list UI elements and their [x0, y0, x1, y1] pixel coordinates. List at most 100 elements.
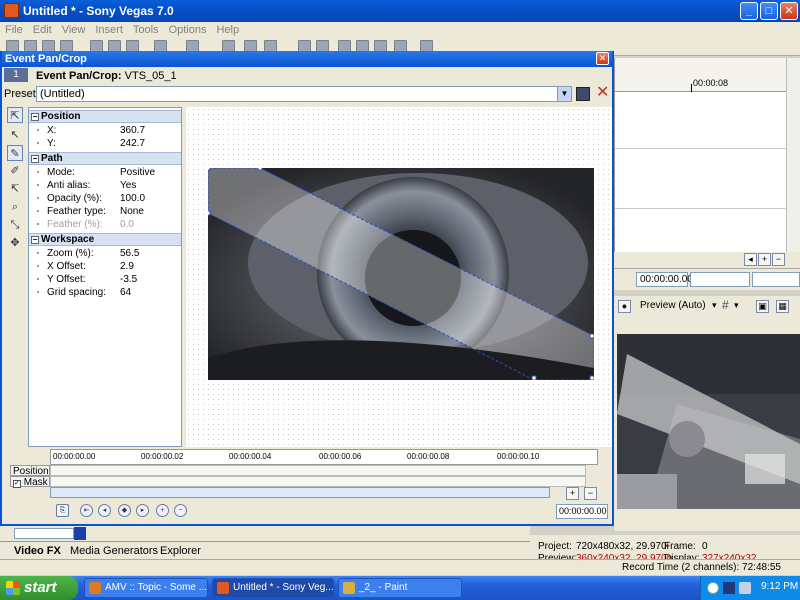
- timeline-vertical-scrollbar[interactable]: [786, 58, 800, 266]
- property-row[interactable]: Anti alias: Yes: [29, 179, 181, 192]
- dialog-header: 1 Event Pan/Crop: VTS_05_1: [2, 67, 612, 85]
- next-keyframe-icon[interactable]: ▸: [136, 504, 149, 517]
- taskbar: start AMV :: Topic - Some ... Untitled *…: [0, 576, 800, 600]
- preview-settings-icon[interactable]: ●: [618, 300, 631, 313]
- scroll-left-button[interactable]: ◂: [744, 253, 757, 266]
- menu-insert[interactable]: Insert: [90, 22, 128, 36]
- selection-end-display: [752, 272, 800, 287]
- main-title-bar: Untitled * - Sony Vegas 7.0 _ □ ✕: [0, 0, 800, 22]
- dialog-close-button[interactable]: ✕: [596, 52, 609, 65]
- windows-logo-icon: [6, 581, 20, 595]
- property-row: Feather (%): 0.0: [29, 218, 181, 231]
- network-icon[interactable]: [707, 582, 719, 594]
- dialog-title: Event Pan/Crop: [5, 53, 87, 65]
- mask-keyframe-track[interactable]: [50, 476, 586, 487]
- overlays-icon[interactable]: #: [722, 298, 729, 312]
- property-row[interactable]: X: 360.7: [29, 124, 181, 137]
- zoom-out-button[interactable]: −: [772, 253, 785, 266]
- menu-file[interactable]: File: [0, 22, 28, 36]
- preview-quality-dropdown[interactable]: Preview (Auto): [640, 300, 706, 311]
- property-row[interactable]: Y: 242.7: [29, 137, 181, 150]
- save-preset-icon[interactable]: [576, 87, 590, 101]
- property-row[interactable]: Zoom (%): 56.5: [29, 247, 181, 260]
- task-button-paint[interactable]: _2_ - Paint: [338, 578, 462, 598]
- keyframe-ruler[interactable]: 00:00:00.00 00:00:00.02 00:00:00.04 00:0…: [50, 449, 598, 465]
- track-label-position[interactable]: Position: [10, 465, 50, 477]
- zoom-icon[interactable]: ⌕: [7, 199, 23, 215]
- delete-keyframe-icon[interactable]: −: [174, 504, 187, 517]
- section-path[interactable]: − Path: [29, 152, 181, 165]
- timeline-zoom-in-button[interactable]: +: [566, 487, 579, 500]
- timeline-zoom-out-button[interactable]: −: [584, 487, 597, 500]
- selection-length-display: [690, 272, 750, 287]
- keyframe-icon[interactable]: ◆: [118, 504, 131, 517]
- copy-snapshot-icon[interactable]: ▣: [756, 300, 769, 313]
- clock[interactable]: 9:12 PM: [761, 581, 798, 592]
- chevron-down-icon[interactable]: ▼: [557, 87, 571, 101]
- intel-icon[interactable]: [723, 582, 735, 594]
- normal-edit-icon[interactable]: ⇱: [7, 107, 23, 123]
- split-tangent-icon[interactable]: ⤡: [7, 217, 23, 233]
- tab-explorer[interactable]: Explorer: [160, 545, 201, 557]
- sync-cursor-icon[interactable]: ⎘: [56, 504, 69, 517]
- preset-label: Preset:: [4, 88, 39, 100]
- pointer-icon[interactable]: ↖: [7, 127, 23, 143]
- timeline-nav-controls: ◂ + −: [614, 252, 800, 268]
- paint-icon: [343, 582, 355, 594]
- zoom-in-button[interactable]: +: [758, 253, 771, 266]
- mask-path[interactable]: [208, 168, 594, 380]
- anchor-creation-icon[interactable]: ✎: [7, 145, 23, 161]
- property-row[interactable]: X Offset: 2.9: [29, 260, 181, 273]
- property-row[interactable]: Feather type: None: [29, 205, 181, 218]
- timeline-ruler: 00:00:08: [615, 58, 787, 92]
- start-button[interactable]: start: [0, 576, 78, 600]
- property-row[interactable]: Grid spacing: 64: [29, 286, 181, 299]
- tab-video-fx[interactable]: Video FX: [14, 545, 61, 557]
- track-label-mask[interactable]: ✓ Mask: [10, 476, 50, 488]
- tick-label: 00:00:00.00: [53, 452, 96, 461]
- anchor-add-icon[interactable]: ✐: [7, 163, 23, 179]
- move-icon[interactable]: ✥: [7, 235, 23, 251]
- overlays-dropdown-icon[interactable]: ▾: [734, 300, 739, 311]
- tab-media-generators[interactable]: Media Generators: [70, 545, 158, 557]
- menu-tools[interactable]: Tools: [128, 22, 164, 36]
- ruler-time: 00:00:08: [693, 78, 729, 88]
- volume-icon[interactable]: [739, 582, 751, 594]
- anchor-deletion-icon[interactable]: ↸: [7, 181, 23, 197]
- dialog-title-bar[interactable]: Event Pan/Crop ✕: [2, 51, 612, 67]
- property-row[interactable]: Y Offset: -3.5: [29, 273, 181, 286]
- media-scroll-area: [0, 526, 530, 541]
- close-button[interactable]: ✕: [780, 2, 798, 20]
- delete-preset-icon[interactable]: ✕: [596, 85, 609, 101]
- preview-frame: [617, 334, 800, 509]
- menu-options[interactable]: Options: [164, 22, 212, 36]
- property-row[interactable]: Mode: Positive: [29, 166, 181, 179]
- preview-toolbar: ● Preview (Auto) ▾ # ▾ ▣ ▦: [614, 296, 800, 316]
- menu-view[interactable]: View: [57, 22, 91, 36]
- property-row[interactable]: Opacity (%): 100.0: [29, 192, 181, 205]
- menu-help[interactable]: Help: [211, 22, 244, 36]
- first-keyframe-icon[interactable]: ⇤: [80, 504, 93, 517]
- previous-keyframe-icon[interactable]: ◂: [98, 504, 111, 517]
- timeline-scrollbar[interactable]: [50, 487, 550, 498]
- preset-value: (Untitled): [40, 88, 85, 100]
- section-workspace[interactable]: − Workspace: [29, 233, 181, 246]
- system-tray: 9:12 PM: [700, 576, 800, 600]
- minimize-button[interactable]: _: [740, 2, 758, 20]
- mask-checkbox[interactable]: ✓: [13, 480, 21, 488]
- tick-label: 00:00:00.10: [497, 452, 540, 461]
- preset-dropdown[interactable]: (Untitled) ▼: [36, 86, 572, 102]
- track-number-badge: 1: [4, 68, 28, 82]
- maximize-button[interactable]: □: [760, 2, 778, 20]
- keyframe-time-display[interactable]: 00:00:00.00: [556, 504, 608, 519]
- section-position[interactable]: − Position: [29, 110, 181, 123]
- dropdown-arrow-icon[interactable]: ▾: [712, 300, 717, 311]
- save-snapshot-icon[interactable]: ▦: [776, 300, 789, 313]
- task-button-browser[interactable]: AMV :: Topic - Some ...: [84, 578, 208, 598]
- add-keyframe-icon[interactable]: +: [156, 504, 169, 517]
- tick-label: 00:00:00.08: [407, 452, 450, 461]
- position-keyframe-track[interactable]: [50, 465, 586, 476]
- task-button-vegas[interactable]: Untitled * - Sony Veg...: [212, 578, 334, 598]
- menu-edit[interactable]: Edit: [28, 22, 57, 36]
- tick-label: 00:00:00.02: [141, 452, 184, 461]
